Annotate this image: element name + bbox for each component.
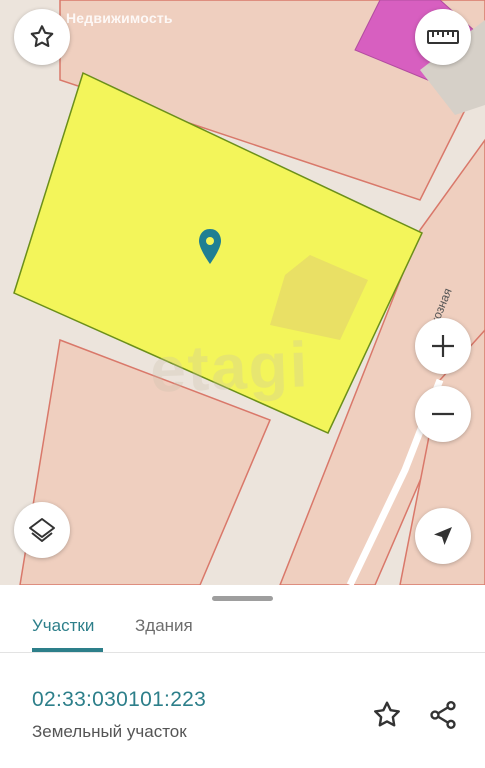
sheet-drag-handle[interactable] — [212, 596, 273, 601]
star-outline-icon — [30, 25, 54, 48]
layers-button[interactable] — [14, 502, 70, 558]
map-view[interactable]: Недвижимость etagi Колхозная — [0, 0, 485, 585]
tab-plots[interactable]: Участки — [32, 611, 94, 651]
locate-button[interactable] — [415, 508, 471, 564]
navigation-arrow-icon — [434, 527, 452, 545]
star-outline-icon — [374, 701, 400, 727]
minus-icon — [432, 412, 454, 416]
plus-icon — [432, 335, 454, 357]
ruler-button[interactable] — [415, 9, 471, 65]
favorite-parcel-button[interactable] — [369, 697, 405, 733]
map-watermark-big: etagi — [148, 328, 311, 406]
cadastral-number[interactable]: 02:33:030101:223 — [32, 688, 206, 712]
zoom-out-button[interactable] — [415, 386, 471, 442]
zoom-in-button[interactable] — [415, 318, 471, 374]
map-watermark-top: Недвижимость — [66, 10, 173, 26]
favorite-map-button[interactable] — [14, 9, 70, 65]
tab-bar: Участки Здания — [0, 605, 485, 653]
active-tab-indicator — [32, 648, 103, 652]
layers-icon — [29, 518, 55, 542]
bottom-sheet: Участки Здания 02:33:030101:223 Земельны… — [0, 585, 485, 768]
share-icon — [430, 701, 456, 729]
tab-buildings[interactable]: Здания — [135, 611, 193, 651]
map-canvas — [13, 0, 485, 585]
share-button[interactable] — [425, 697, 461, 733]
parcel-type: Земельный участок — [32, 722, 187, 741]
ruler-icon — [427, 30, 459, 44]
